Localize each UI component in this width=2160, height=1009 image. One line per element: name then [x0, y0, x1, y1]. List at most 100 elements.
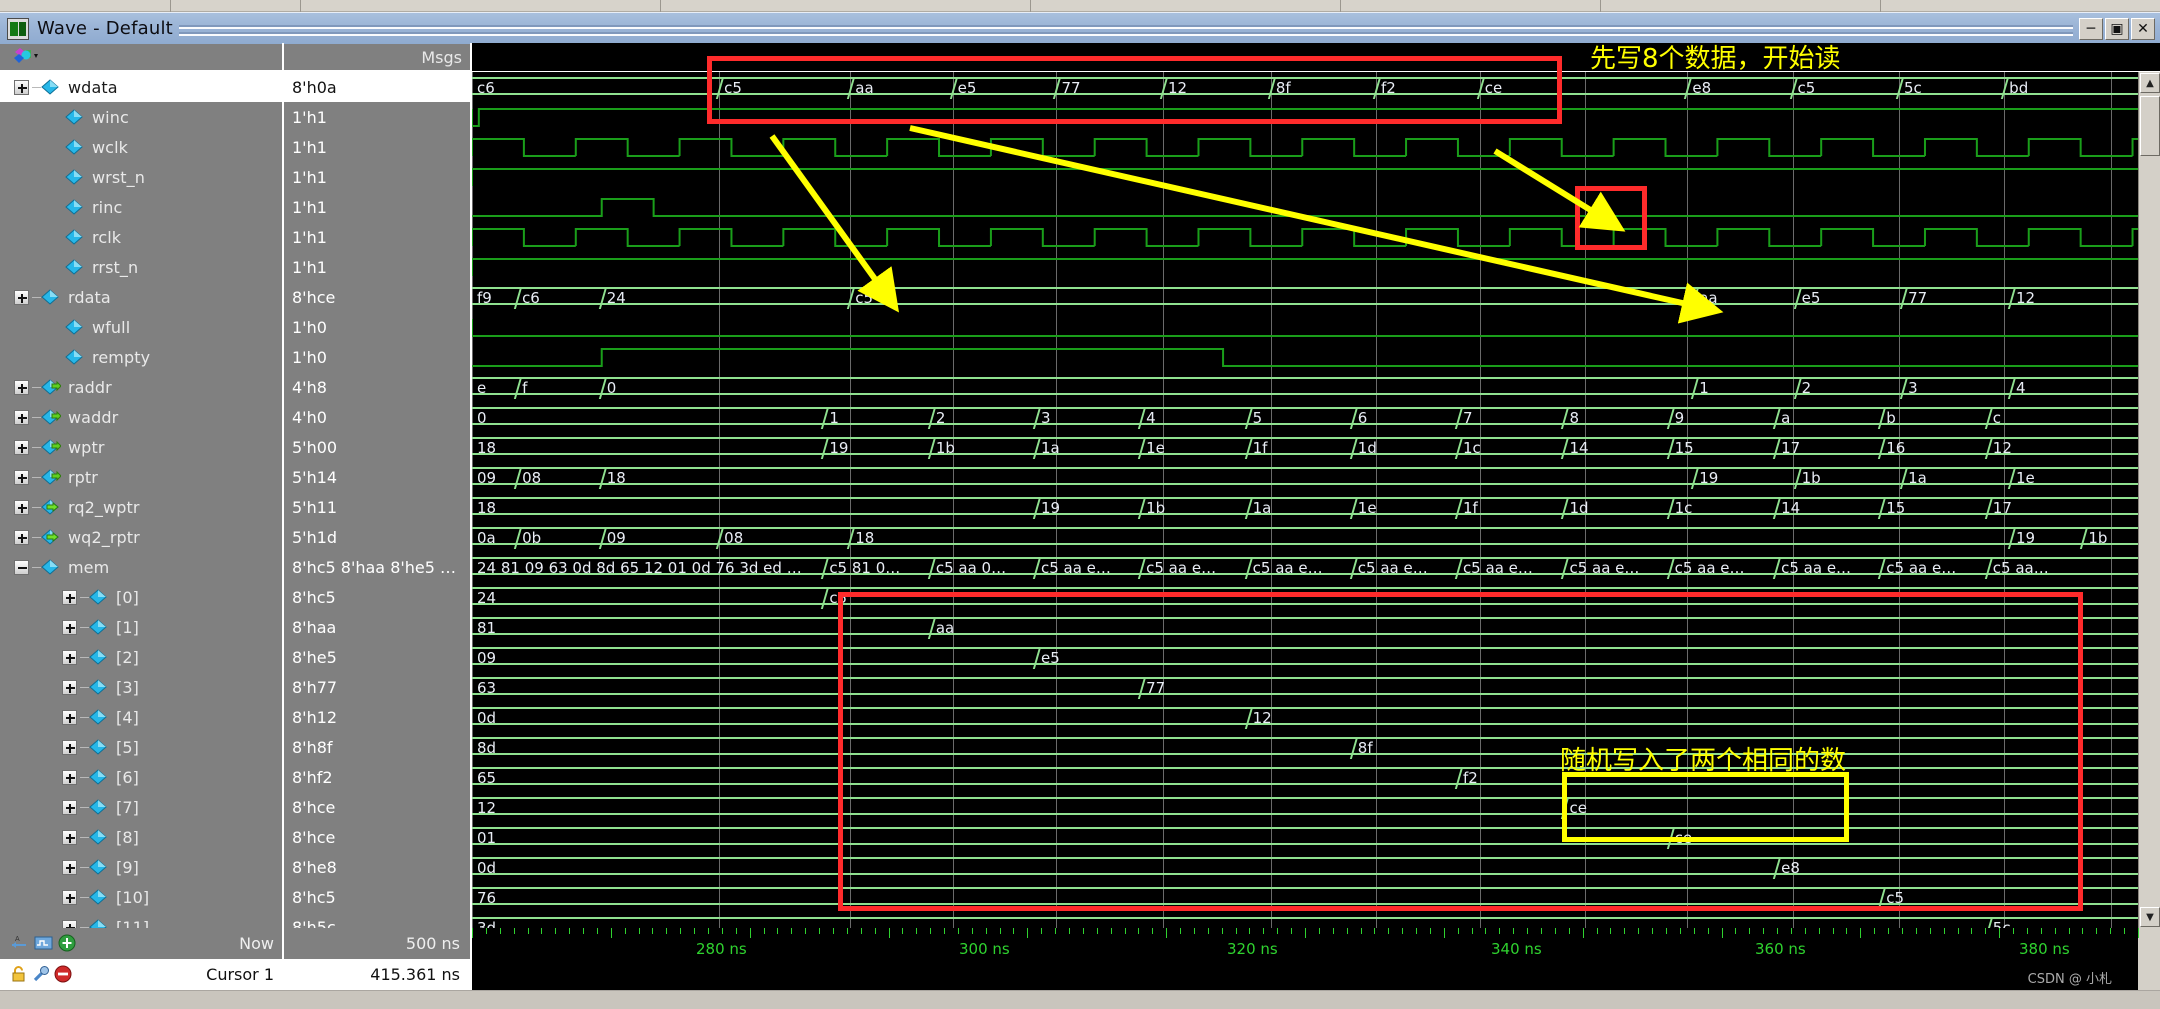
bus-segment: 1d [1564, 497, 1670, 517]
signal-row-7[interactable]: [7] [0, 792, 282, 822]
expand-icon[interactable] [62, 799, 77, 815]
bus-segment: 1b [1796, 467, 1904, 487]
expand-icon[interactable] [14, 79, 29, 95]
expand-icon[interactable] [62, 679, 77, 695]
signal-row-wrst_n[interactable]: wrst_n [0, 162, 282, 192]
net-diamond-icon [89, 649, 109, 665]
expand-icon[interactable] [14, 289, 29, 305]
minimize-button[interactable]: ─ [2079, 17, 2103, 40]
signal-row-6[interactable]: [6] [0, 762, 282, 792]
restore-button[interactable]: ▣ [2105, 17, 2129, 40]
waveform-row-rdata: f9 c6 24 c5 aa e5 77 12 [472, 282, 2138, 312]
waveform-row-winc [472, 102, 2138, 132]
signal-row-11[interactable]: [11] [0, 912, 282, 928]
signal-row-4[interactable]: [4] [0, 702, 282, 732]
bus-value-label: 5 [1252, 409, 1263, 427]
lock-icon[interactable] [10, 965, 28, 987]
expand-icon[interactable] [62, 889, 77, 905]
bus-value-label: 1e [1357, 499, 1377, 517]
expand-icon[interactable] [62, 919, 77, 928]
delete-cursor-icon[interactable] [54, 965, 72, 987]
expand-icon[interactable] [14, 409, 29, 425]
signal-color-icon[interactable] [12, 47, 38, 67]
signal-row-rrst_n[interactable]: rrst_n [0, 252, 282, 282]
signal-row-rempty[interactable]: rempty [0, 342, 282, 372]
signal-row-10[interactable]: [10] [0, 882, 282, 912]
signal-row-wq2_rptr[interactable]: wq2_rptr [0, 522, 282, 552]
scroll-down-icon[interactable]: ▼ [2140, 907, 2160, 927]
expand-icon[interactable] [14, 529, 29, 545]
waveform-row-rptr: 09 08 18 19 1b 1a 1e [472, 462, 2138, 492]
expand-icon[interactable] [62, 769, 77, 785]
wave-icon[interactable] [34, 934, 54, 956]
signal-row-wptr[interactable]: wptr [0, 432, 282, 462]
expand-icon[interactable] [62, 649, 77, 665]
timeline-ruler[interactable]: 280 ns 300 ns 320 ns 340 ns 360 ns 380 ns [472, 928, 2139, 959]
bus-value-label: 5c [1904, 79, 1922, 97]
expand-icon[interactable] [14, 469, 29, 485]
signal-value-row: 5'h11 [284, 492, 470, 522]
window-titlebar[interactable]: Wave - Default ─ ▣ ✕ [0, 12, 2160, 44]
bus-segment: 18 [850, 527, 2011, 547]
bus-value-label: c5 81 0… [829, 559, 901, 577]
signal-row-rptr[interactable]: rptr [0, 462, 282, 492]
signal-row-raddr[interactable]: raddr [0, 372, 282, 402]
bus-value-label: 12 [477, 799, 497, 817]
signal-row-winc[interactable]: winc [0, 102, 282, 132]
signal-row-wdata[interactable]: wdata [0, 72, 282, 102]
close-button[interactable]: ✕ [2131, 17, 2155, 40]
expand-icon[interactable] [62, 739, 77, 755]
expand-icon[interactable] [62, 619, 77, 635]
scrollbar-thumb[interactable] [2140, 96, 2160, 156]
signal-row-rclk[interactable]: rclk [0, 222, 282, 252]
cursor-ruler-area[interactable]: CSDN @ 小札 [472, 959, 2138, 990]
bus-segment: c5 aa e… [1669, 557, 1777, 577]
signal-value-row: 8'h0a [284, 72, 470, 102]
collapse-icon[interactable] [14, 559, 29, 575]
expand-icon[interactable] [62, 859, 77, 875]
signal-row-rinc[interactable]: rinc [0, 192, 282, 222]
bus-segment: 12 [2011, 287, 2138, 307]
bus-segment: 1e [1352, 497, 1458, 517]
expand-icon[interactable] [62, 589, 77, 605]
bus-value-label: e [477, 379, 487, 397]
signal-value-label: 8'hc5 [292, 887, 336, 907]
signal-row-8[interactable]: [8] [0, 822, 282, 852]
waveform-pane[interactable]: c6 c5 aa e5 77 12 8f f2 ce e8 c5 5c bd f9 c6 24 c5 aa e5 7… [472, 72, 2138, 928]
waveform-row-mem0: 24 c5 [472, 582, 2138, 612]
signal-value-row: 8'hf2 [284, 762, 470, 792]
wrench-icon[interactable] [32, 965, 50, 987]
signal-names-pane[interactable]: wdata winc wclk wrst_n rinc rclk rrst_n rdata wf… [0, 72, 284, 928]
bus-value-label: ce [1569, 799, 1587, 817]
expand-icon[interactable] [14, 439, 29, 455]
signal-value-row: 1'h1 [284, 102, 470, 132]
cursor-label-cell[interactable]: Cursor 1 [0, 959, 284, 990]
signal-row-3[interactable]: [3] [0, 672, 282, 702]
signal-row-rq2_wptr[interactable]: rq2_wptr [0, 492, 282, 522]
expand-icon[interactable] [62, 829, 77, 845]
run-icon[interactable]: A [10, 934, 30, 956]
scroll-up-icon[interactable]: ▲ [2140, 73, 2160, 93]
signal-row-0[interactable]: [0] [0, 582, 282, 612]
signal-name-label: [2] [116, 647, 139, 667]
bus-segment: 65 [472, 767, 1458, 787]
add-cursor-icon[interactable] [58, 934, 76, 956]
vertical-scrollbar[interactable]: ▲ ▼ [2138, 72, 2160, 928]
signal-row-waddr[interactable]: waddr [0, 402, 282, 432]
waveform-row-rq2_wptr: 18 19 1b 1a 1e 1f 1d 1c 14 15 17 [472, 492, 2138, 522]
signal-row-wfull[interactable]: wfull [0, 312, 282, 342]
bus-segment: 24 [472, 587, 825, 607]
expand-icon[interactable] [14, 379, 29, 395]
signal-row-mem[interactable]: mem [0, 552, 282, 582]
signal-row-rdata[interactable]: rdata [0, 282, 282, 312]
signal-row-wclk[interactable]: wclk [0, 132, 282, 162]
expand-icon[interactable] [62, 709, 77, 725]
window-controls[interactable]: ─ ▣ ✕ [2079, 17, 2155, 40]
signal-row-5[interactable]: [5] [0, 732, 282, 762]
signal-row-2[interactable]: [2] [0, 642, 282, 672]
signal-row-1[interactable]: [1] [0, 612, 282, 642]
expand-icon[interactable] [14, 499, 29, 515]
bus-segment: 1d [1352, 437, 1458, 457]
signal-row-9[interactable]: [9] [0, 852, 282, 882]
names-column-header[interactable] [0, 43, 284, 71]
